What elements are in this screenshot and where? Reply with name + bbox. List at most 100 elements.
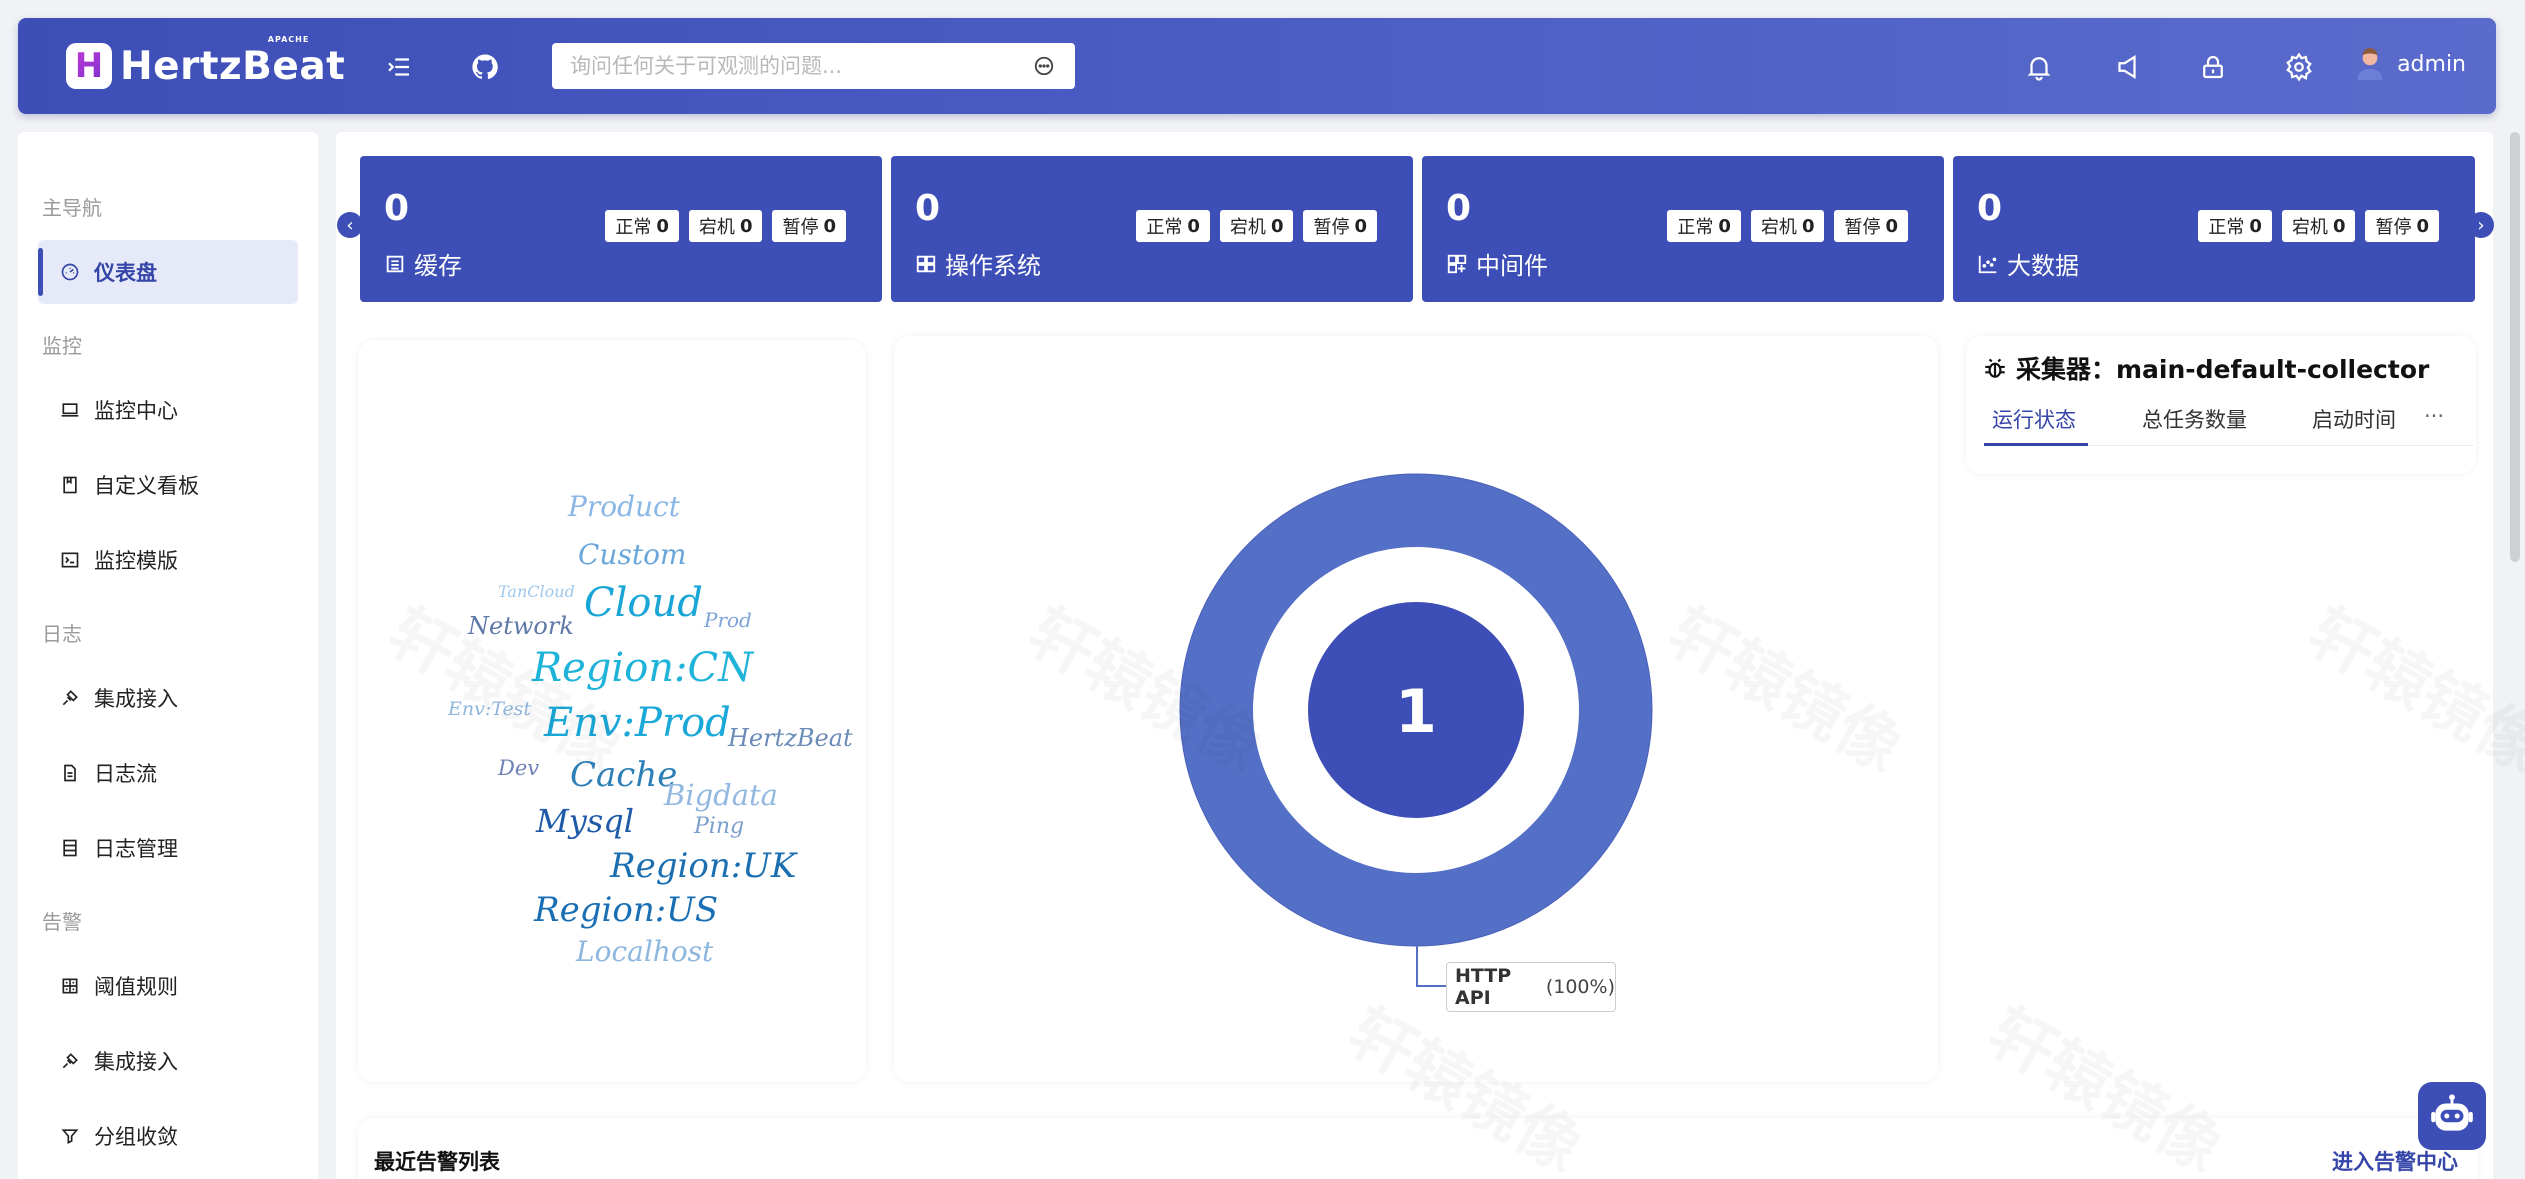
tab-total-tasks[interactable]: 总任务数量 [2142,404,2247,434]
dashboard-icon [61,263,79,281]
sidebar-item-log-integration[interactable]: 集成接入 [38,666,298,730]
tag-cloud-word[interactable]: Bigdata [664,778,778,812]
stat-label: 大数据 [1977,246,2079,281]
bug-icon [1985,358,2005,378]
tag-cloud-word[interactable]: Dev [498,756,539,780]
lock-icon[interactable] [2198,52,2228,82]
status-badge-down[interactable]: 宕机 0 [688,210,763,242]
tag-cloud-word[interactable]: Cloud [584,580,703,626]
sidebar-item-label: 监控中心 [94,399,178,423]
logo[interactable]: H HertzBeat APACHE [66,34,346,92]
sidebar-item-alert-integration[interactable]: 集成接入 [38,1029,298,1093]
filter-icon [61,1129,79,1145]
sidebar-group-main: 主导航 [42,196,102,220]
status-badge-paused[interactable]: 暂停 0 [1303,210,1377,242]
sidebar-item-dashboard[interactable]: 仪表盘 [38,240,298,304]
tag-cloud-word[interactable]: Mysql [536,802,634,840]
logo-mark-icon: H [66,43,112,89]
status-badge-down[interactable]: 宕机 0 [1219,210,1294,242]
book-icon [63,476,77,494]
tag-cloud-word[interactable]: Cache [570,755,677,795]
stat-label: 中间件 [1446,246,1548,281]
go-alert-center-link[interactable]: 进入告警中心 [2332,1146,2458,1176]
sidebar-item-label: 日志管理 [94,837,178,861]
sidebar-item-label: 仪表盘 [94,261,157,285]
stat-card-middleware[interactable]: 0 中间件 正常 0 宕机 0 暂停 0 [1422,156,1944,302]
github-icon[interactable] [470,52,500,82]
tabs-more-button[interactable]: ··· [2424,404,2444,428]
carousel-next-button[interactable]: › [2468,212,2494,238]
sound-icon[interactable] [2112,52,2142,82]
sidebar-item-threshold-rules[interactable]: 阈值规则 [38,954,298,1018]
tag-cloud-word[interactable]: TanCloud [498,582,575,601]
tag-cloud-word[interactable]: HertzBeat [728,724,853,752]
app-distribution-donut-chart: 1 [1179,473,1653,947]
logo-text: HertzBeat APACHE [120,34,346,89]
tag-cloud-word[interactable]: Network [468,612,574,640]
sidebar-item-monitor-center[interactable]: 监控中心 [38,378,298,442]
sidebar-group-alert: 告警 [42,910,82,934]
tag-cloud-word[interactable]: Region:UK [610,846,796,886]
tab-start-time[interactable]: 启动时间 [2312,404,2396,434]
tag-cloud-word[interactable]: Region:US [534,890,718,930]
tag-cloud-word[interactable]: Ping [694,814,744,839]
stat-count: 0 [1977,188,2003,229]
stat-count: 0 [1446,188,1472,229]
sidebar-item-label: 集成接入 [94,687,178,711]
table-icon [63,839,77,857]
api-icon [62,690,78,706]
tag-cloud-word[interactable]: Env:Prod [544,700,731,746]
tag-cloud-word[interactable]: Prod [704,608,752,632]
donut-center-value: 1 [1395,677,1437,747]
sidebar-item-log-manage[interactable]: 日志管理 [38,816,298,880]
gear-icon[interactable] [2284,52,2314,82]
legend-leader-line [1416,942,1450,987]
file-icon [64,764,76,782]
laptop-icon [61,403,79,417]
chart-legend-tooltip: HTTP API (100%) [1446,962,1616,1012]
stat-card-cache[interactable]: 0 缓存 正常 0 宕机 0 暂停 0 [360,156,882,302]
tag-cloud-word[interactable]: Localhost [576,935,713,968]
carousel-prev-button[interactable]: ‹ [337,212,363,238]
legend-label: HTTP API [1455,965,1512,1009]
chat-icon[interactable] [1033,55,1055,77]
menu-fold-icon[interactable] [384,52,414,82]
user-menu[interactable]: admin [2355,48,2466,80]
tag-cloud-word[interactable]: Custom [578,538,687,571]
sidebar-item-monitor-template[interactable]: 监控模版 [38,528,298,592]
stat-count: 0 [915,188,941,229]
stat-card-bigdata[interactable]: 0 大数据 正常 0 宕机 0 暂停 0 [1953,156,2475,302]
tag-cloud-word[interactable]: Region:CN [532,645,753,691]
sidebar-group-monitor: 监控 [42,334,82,358]
status-badge-normal[interactable]: 正常 0 [605,210,679,242]
status-badge-normal[interactable]: 正常 0 [1136,210,1210,242]
ai-search-box[interactable] [552,43,1075,89]
ai-search-input[interactable] [552,43,1022,89]
tag-cloud-word[interactable]: Env:Test [448,698,531,720]
robot-icon [2431,1094,2473,1131]
ai-assistant-button[interactable] [2418,1082,2486,1150]
status-badge-normal[interactable]: 正常 0 [1667,210,1741,242]
sidebar-item-label: 监控模版 [94,549,178,573]
sidebar-item-custom-board[interactable]: 自定义看板 [38,453,298,517]
sidebar-item-group-converge[interactable]: 分组收敛 [38,1104,298,1168]
dot-chart-icon [1978,255,1997,273]
sidebar-item-log-stream[interactable]: 日志流 [38,741,298,805]
tab-run-status[interactable]: 运行状态 [1992,404,2076,434]
status-badge-down[interactable]: 宕机 0 [2281,210,2356,242]
page-scrollbar[interactable] [2510,132,2520,562]
recent-alerts-title: 最近告警列表 [374,1150,500,1174]
top-header: H HertzBeat APACHE admin [18,18,2496,114]
status-badge-down[interactable]: 宕机 0 [1750,210,1825,242]
bell-icon[interactable] [2024,52,2054,82]
status-badge-normal[interactable]: 正常 0 [2198,210,2272,242]
stat-card-os[interactable]: 0 操作系统 正常 0 宕机 0 暂停 0 [891,156,1413,302]
recent-alerts-panel [358,1118,2478,1179]
api-icon [62,1053,78,1069]
status-badge-paused[interactable]: 暂停 0 [772,210,846,242]
collector-title: 采集器：main-default-collector [1982,350,2429,386]
tag-cloud-word[interactable]: Product [568,490,680,523]
status-badge-paused[interactable]: 暂停 0 [2365,210,2439,242]
windows-icon [916,255,936,272]
status-badge-paused[interactable]: 暂停 0 [1834,210,1908,242]
